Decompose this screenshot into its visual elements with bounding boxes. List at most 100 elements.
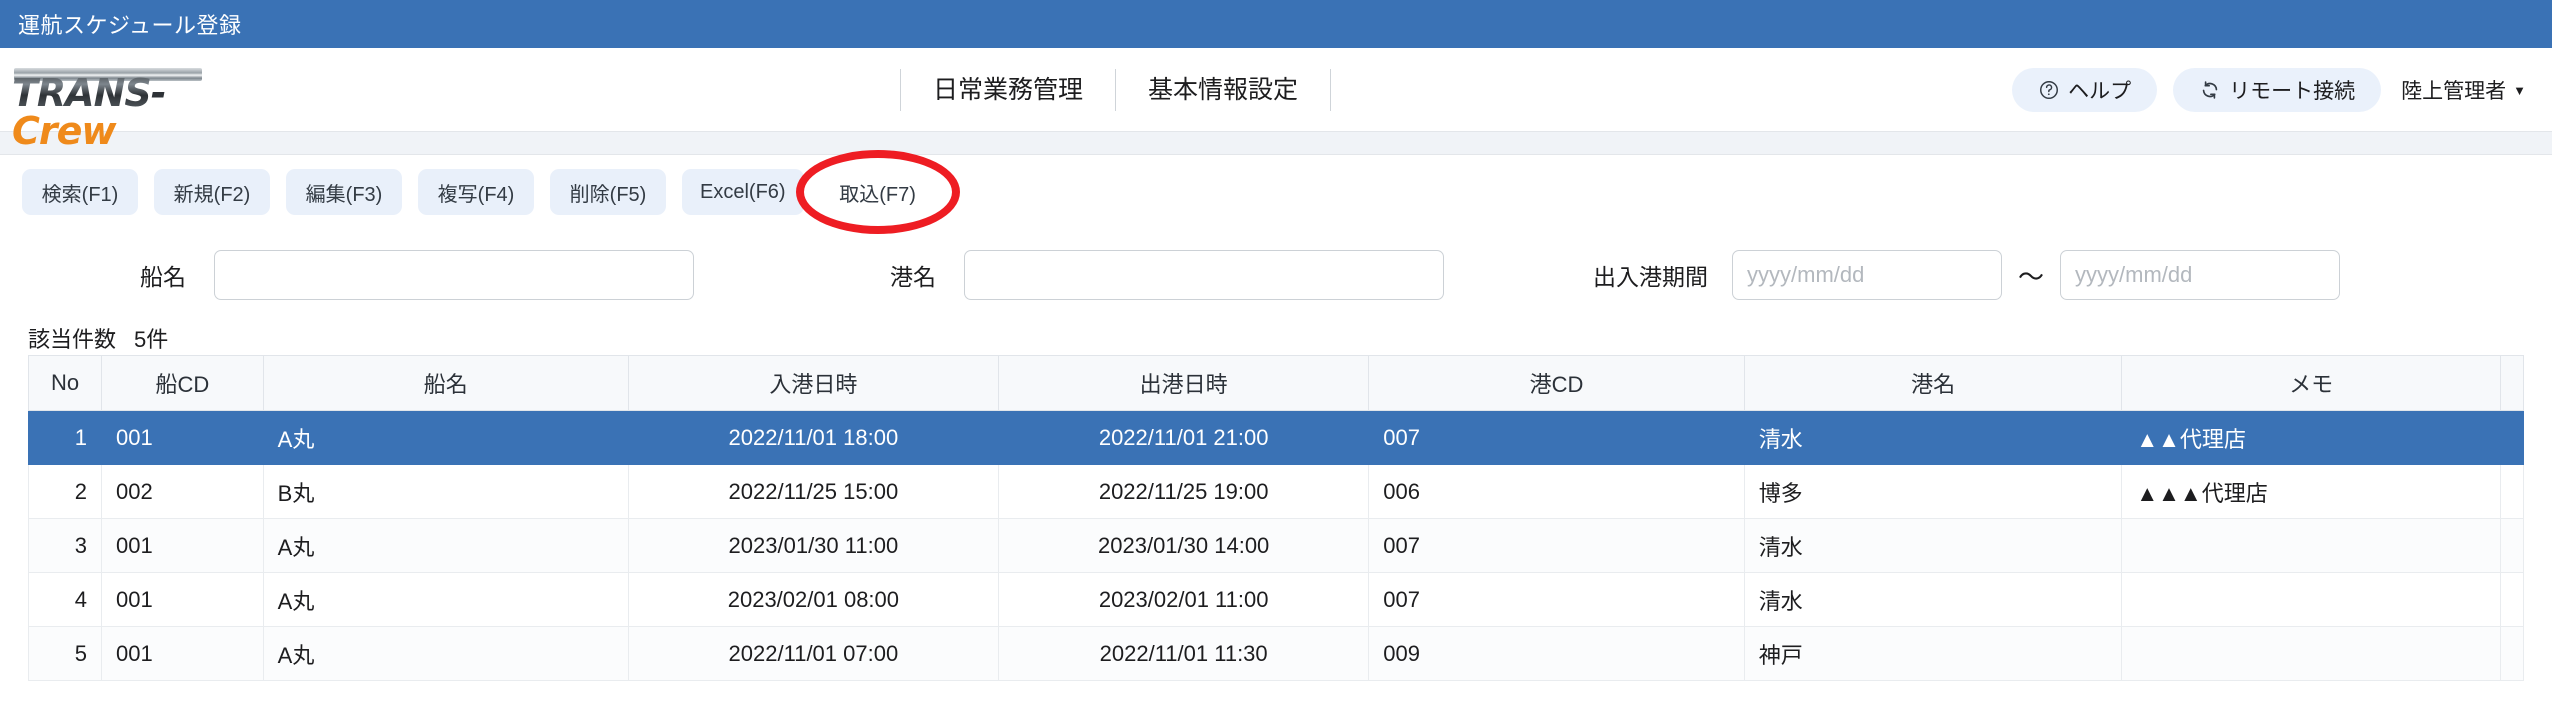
- column-header-memo[interactable]: メモ: [2121, 355, 2501, 411]
- user-menu[interactable]: 陸上管理者 ▼: [2401, 75, 2526, 105]
- cell-memo: [2121, 626, 2501, 681]
- search-filter-bar: 船名 港名 出入港期間 〜: [0, 229, 2552, 321]
- cell-memo: [2121, 572, 2501, 627]
- cell-port-cd: 006: [1368, 464, 1745, 519]
- copy-button[interactable]: 複写(F4): [418, 169, 534, 215]
- cell-ship-cd: 001: [101, 518, 264, 573]
- cell-ship-name: B丸: [262, 464, 629, 519]
- table-row[interactable]: 3 001 A丸 2023/01/30 11:00 2023/01/30 14:…: [28, 518, 2524, 573]
- cell-ship-cd: 002: [101, 464, 264, 519]
- nav-item-daily-operations[interactable]: 日常業務管理: [901, 48, 1115, 132]
- cell-memo: ▲▲▲代理店: [2121, 464, 2501, 519]
- cell-arrival: 2023/01/30 11:00: [627, 518, 1000, 573]
- table-row[interactable]: 1 001 A丸 2022/11/01 18:00 2022/11/01 21:…: [28, 410, 2524, 465]
- cell-ship-cd: 001: [101, 410, 264, 465]
- logo-text-dash: -: [150, 70, 167, 115]
- import-button-highlight-group: 取込(F7): [795, 150, 960, 234]
- filter-port-name: 港名: [890, 250, 1444, 300]
- port-period-from-input[interactable]: [1732, 250, 2002, 300]
- cell-ship-cd: 001: [101, 626, 264, 681]
- cell-arrival: 2022/11/25 15:00: [627, 464, 1000, 519]
- import-button[interactable]: 取込(F7): [819, 169, 936, 215]
- table-row[interactable]: 4 001 A丸 2023/02/01 08:00 2023/02/01 11:…: [28, 572, 2524, 627]
- cell-arrival: 2022/11/01 07:00: [627, 626, 1000, 681]
- table-row[interactable]: 5 001 A丸 2022/11/01 07:00 2022/11/01 11:…: [28, 626, 2524, 681]
- trans-crew-logo: TRANS-Crew: [6, 60, 246, 150]
- table-head: No 船CD 船名 入港日時 出港日時 港CD 港名 メモ: [28, 355, 2524, 411]
- row-gutter: [2500, 518, 2524, 573]
- ship-name-input[interactable]: [214, 250, 694, 300]
- cell-departure: 2022/11/01 11:30: [998, 626, 1370, 681]
- cell-port-cd: 007: [1368, 410, 1745, 465]
- remote-connection-label: リモート接続: [2229, 80, 2356, 103]
- cell-ship-name: A丸: [262, 410, 629, 465]
- chevron-down-icon: ▼: [2513, 82, 2526, 98]
- cell-arrival: 2023/02/01 08:00: [627, 572, 1000, 627]
- question-circle-icon: [2038, 79, 2060, 101]
- delete-button[interactable]: 削除(F5): [550, 169, 666, 215]
- column-header-departure[interactable]: 出港日時: [998, 355, 1370, 411]
- port-period-to-input[interactable]: [2060, 250, 2341, 300]
- cell-port-name: 博多: [1743, 464, 2123, 519]
- row-gutter: [2500, 626, 2524, 681]
- window-title: 運航スケジュール登録: [18, 13, 242, 38]
- row-gutter: [2500, 572, 2524, 627]
- ship-name-label: 船名: [140, 264, 186, 290]
- column-header-no[interactable]: No: [28, 355, 102, 411]
- column-header-port-cd[interactable]: 港CD: [1368, 355, 1745, 411]
- cell-departure: 2022/11/01 21:00: [998, 410, 1370, 465]
- cell-departure: 2023/02/01 11:00: [998, 572, 1370, 627]
- port-period-label: 出入港期間: [1593, 264, 1708, 290]
- cell-memo: [2121, 518, 2501, 573]
- new-button[interactable]: 新規(F2): [154, 169, 270, 215]
- window-title-bar: 運航スケジュール登録: [0, 0, 2552, 48]
- cell-port-name: 清水: [1743, 572, 2123, 627]
- cell-departure: 2023/01/30 14:00: [998, 518, 1370, 573]
- filter-port-period: 出入港期間 〜: [1593, 250, 2341, 300]
- schedule-table: No 船CD 船名 入港日時 出港日時 港CD 港名 メモ 1 001 A丸 2…: [28, 355, 2524, 681]
- nav-divider-right: [1330, 69, 1332, 111]
- column-header-arrival[interactable]: 入港日時: [627, 355, 1000, 411]
- cell-memo: ▲▲代理店: [2121, 410, 2501, 465]
- cell-port-cd: 007: [1368, 518, 1745, 573]
- table-header-row: No 船CD 船名 入港日時 出港日時 港CD 港名 メモ: [28, 355, 2524, 411]
- cell-port-cd: 009: [1368, 626, 1745, 681]
- result-count-value: 5件: [134, 327, 169, 352]
- header-sub-strip: [0, 132, 2552, 155]
- cell-no: 1: [28, 410, 102, 465]
- schedule-table-container: No 船CD 船名 入港日時 出港日時 港CD 港名 メモ 1 001 A丸 2…: [0, 355, 2552, 681]
- remote-connection-button[interactable]: リモート接続: [2173, 68, 2382, 112]
- cell-no: 2: [28, 464, 102, 519]
- column-header-port-name[interactable]: 港名: [1743, 355, 2123, 411]
- action-toolbar: 検索(F1) 新規(F2) 編集(F3) 複写(F4) 削除(F5) Excel…: [0, 150, 2552, 234]
- port-name-label: 港名: [890, 264, 936, 290]
- excel-export-button[interactable]: Excel(F6): [682, 169, 804, 215]
- cell-no: 5: [28, 626, 102, 681]
- row-gutter: [2500, 464, 2524, 519]
- table-row[interactable]: 2 002 B丸 2022/11/25 15:00 2022/11/25 19:…: [28, 464, 2524, 519]
- table-scrollbar-gutter[interactable]: [2500, 355, 2524, 411]
- cell-ship-name: A丸: [262, 572, 629, 627]
- help-button[interactable]: ヘルプ: [2012, 68, 2158, 112]
- help-button-label: ヘルプ: [2068, 80, 2132, 103]
- column-header-ship-cd[interactable]: 船CD: [101, 355, 264, 411]
- app-header: TRANS-Crew 日常業務管理 基本情報設定 ヘルプ リモート接続 陸上管理…: [0, 48, 2552, 150]
- cell-port-name: 神戸: [1743, 626, 2123, 681]
- sync-icon: [2199, 79, 2221, 101]
- search-button[interactable]: 検索(F1): [22, 169, 138, 215]
- result-count: 該当件数 5件: [0, 321, 2552, 355]
- logo-text-crew: Crew: [12, 108, 117, 153]
- main-nav: 日常業務管理 基本情報設定: [900, 48, 1332, 132]
- cell-no: 3: [28, 518, 102, 573]
- user-menu-label: 陸上管理者: [2401, 80, 2507, 103]
- cell-arrival: 2022/11/01 18:00: [627, 410, 1000, 465]
- period-separator: 〜: [2018, 261, 2045, 292]
- edit-button[interactable]: 編集(F3): [286, 169, 402, 215]
- port-name-input[interactable]: [964, 250, 1444, 300]
- table-body: 1 001 A丸 2022/11/01 18:00 2022/11/01 21:…: [28, 410, 2524, 681]
- nav-item-basic-settings[interactable]: 基本情報設定: [1116, 48, 1330, 132]
- column-header-ship-name[interactable]: 船名: [262, 355, 629, 411]
- cell-port-cd: 007: [1368, 572, 1745, 627]
- logo-wordmark: TRANS-Crew: [12, 74, 246, 150]
- cell-departure: 2022/11/25 19:00: [998, 464, 1370, 519]
